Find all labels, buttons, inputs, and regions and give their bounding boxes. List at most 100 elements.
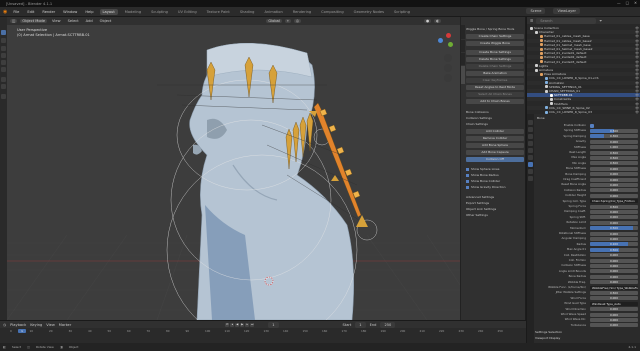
property-slider[interactable]: 0.000 (590, 317, 638, 322)
next-key-icon[interactable]: ▸ (245, 322, 250, 327)
create-wiggle-bone-button[interactable]: Create Wiggle Bone (466, 41, 524, 46)
snap-icon[interactable]: ⌖ (284, 19, 291, 23)
create-bone-settings-button[interactable]: Create Bone Settings (466, 50, 524, 55)
property-dropdown[interactable]: WobbleFreq (Sin) Type_WobbleFunc... (590, 285, 638, 290)
property-slider[interactable]: 0.000 (590, 274, 638, 279)
move-tool-icon[interactable] (1, 46, 6, 51)
workspace-tab-rendering[interactable]: Rendering (290, 9, 314, 15)
object-properties-icon[interactable] (528, 155, 533, 160)
zoom-view-icon[interactable] (444, 54, 452, 62)
mode-selector[interactable]: Object Mode (20, 19, 48, 23)
pan-view-icon[interactable] (444, 64, 452, 72)
play-reverse-icon[interactable]: ◀ (235, 322, 240, 327)
show-sphere-lines-checkbox[interactable]: Show Sphere Lines (466, 167, 499, 171)
timeline-menu-view[interactable]: View (46, 323, 55, 327)
menu-render[interactable]: Render (40, 9, 57, 15)
export-settings-panel[interactable]: Export Settings (466, 201, 489, 205)
workspace-tab-geometry-nodes[interactable]: Geometry Nodes (351, 9, 387, 15)
3d-viewport[interactable]: ◫ Object Mode View Select Add Object Glo… (7, 17, 460, 320)
select-chain-bones-button[interactable]: Select All Chain Bones (466, 92, 524, 97)
property-dropdown[interactable]: WindGust Type_Auto (590, 301, 638, 306)
cursor-tool-icon[interactable] (1, 38, 6, 43)
sidebar-tab-tool[interactable] (461, 40, 465, 52)
property-slider[interactable]: 0.000 (590, 220, 638, 225)
property-checkbox[interactable] (590, 123, 594, 128)
property-slider[interactable]: 0.000 (590, 139, 638, 144)
collision-off-toggle[interactable]: Collision Off (466, 157, 524, 162)
property-slider[interactable]: 1.000 (590, 145, 638, 150)
jump-start-icon[interactable]: ⏮ (225, 322, 230, 327)
property-slider[interactable]: 0.000 (590, 269, 638, 274)
reset-angles-button[interactable]: Reset Angles to Rest Mode (466, 85, 524, 90)
timeline[interactable]: ◷ Playback Keying View Marker ⏮ ◂ ◀ ▶ ▸ … (0, 320, 526, 343)
proportional-edit-icon[interactable]: ◎ (293, 19, 301, 23)
workspace-tab-texture-paint[interactable]: Texture Paint (204, 9, 233, 15)
workspace-tab-shading[interactable]: Shading (237, 9, 258, 15)
workspace-tab-animation[interactable]: Animation (261, 9, 285, 15)
delete-chain-settings-button[interactable]: Delete Chain Settings (466, 64, 524, 69)
outliner-search-input[interactable]: Search (536, 17, 597, 24)
property-slider[interactable]: 0.500 (590, 155, 638, 160)
property-slider[interactable]: 0.000 (590, 172, 638, 177)
delete-bone-settings-button[interactable]: Delete Bone Settings (466, 57, 524, 62)
add-bone-sphere-button[interactable]: Add Bone Sphere (466, 143, 524, 148)
viewport-shading-solid-icon[interactable]: ● (424, 19, 432, 23)
add-collider-button[interactable]: Add Collider (466, 129, 524, 134)
other-settings-panel[interactable]: Other Settings (466, 213, 488, 217)
menu-help[interactable]: Help (83, 9, 95, 15)
gizmo-y-axis-icon[interactable] (448, 42, 453, 47)
transform-orientation-selector[interactable]: Global (266, 19, 282, 23)
sidebar-tab-spring[interactable] (461, 66, 465, 84)
add-cube-tool-icon[interactable] (1, 94, 6, 99)
property-slider[interactable]: 0.000 (590, 307, 638, 312)
transform-tool-icon[interactable] (1, 67, 6, 72)
scene-selector[interactable]: Scene (526, 8, 546, 14)
advanced-settings-panel[interactable]: Advanced Settings (466, 195, 494, 199)
workspace-tab-compositing[interactable]: Compositing (318, 9, 347, 15)
property-slider[interactable]: 0.000 (590, 209, 638, 214)
scene-properties-icon[interactable] (528, 141, 533, 146)
property-slider[interactable]: 0.500 (590, 128, 638, 133)
sidebar-tab-view[interactable] (461, 53, 465, 65)
timeline-menu-keying[interactable]: Keying (30, 323, 42, 327)
workspace-tab-uv-editing[interactable]: UV Editing (175, 9, 200, 15)
workspace-tab-scripting[interactable]: Scripting (391, 9, 413, 15)
add-to-chain-button[interactable]: Add to Chain Bones (466, 99, 524, 104)
workspace-tab-sculpting[interactable]: Sculpting (148, 9, 171, 15)
maximize-button[interactable]: □ (626, 1, 629, 5)
gizmo-x-axis-icon[interactable] (446, 33, 451, 38)
bone-properties-icon[interactable] (528, 162, 533, 167)
menu-edit[interactable]: Edit (25, 9, 36, 15)
data-properties-icon[interactable] (528, 176, 533, 181)
settings-selection-panel[interactable]: Settings Selection (535, 330, 562, 334)
prev-key-icon[interactable]: ◂ (230, 322, 235, 327)
property-slider[interactable]: 0.000 (590, 258, 638, 263)
property-slider[interactable]: 0.500 (590, 247, 638, 252)
viewport-display-panel[interactable]: Viewport Display (535, 336, 560, 340)
properties-section-title[interactable]: Bone (537, 116, 545, 120)
overlays-icon[interactable]: ◐ (434, 19, 442, 23)
menu-file[interactable]: File (11, 9, 21, 15)
clear-keyframes-button[interactable]: Clear Keyframes (466, 78, 524, 83)
bake-animation-button[interactable]: Bake Animation (466, 71, 524, 76)
world-properties-icon[interactable] (528, 148, 533, 153)
editor-type-icon[interactable]: ◫ (10, 19, 18, 23)
constraints-properties-icon[interactable] (528, 169, 533, 174)
end-frame-field[interactable]: 250 (380, 321, 396, 328)
property-slider[interactable]: 0.000 (590, 193, 638, 198)
timeline-editor-icon[interactable]: ◷ (3, 323, 6, 327)
current-frame-field[interactable]: 1 (268, 321, 279, 328)
property-dropdown[interactable]: Chain:Spring/Col_Type_Friction (590, 199, 638, 204)
measure-tool-icon[interactable] (1, 84, 6, 89)
output-properties-icon[interactable] (528, 134, 533, 139)
add-bone-capsule-button[interactable]: Add Bone Capsule (466, 150, 524, 155)
property-slider[interactable]: 0.000 (590, 263, 638, 268)
tool-properties-icon[interactable] (528, 120, 533, 125)
menu-window[interactable]: Window (61, 9, 79, 15)
timeline-menu-playback[interactable]: Playback (10, 323, 26, 327)
property-slider[interactable]: 0.500 (590, 161, 638, 166)
filter-icon[interactable]: ⏷ (599, 19, 602, 23)
workspace-tab-layout[interactable]: Layout (99, 8, 118, 15)
outliner-editor-icon[interactable]: ☰ (530, 19, 533, 23)
show-bone-collider-checkbox[interactable]: Show Bone Collider (466, 179, 500, 183)
